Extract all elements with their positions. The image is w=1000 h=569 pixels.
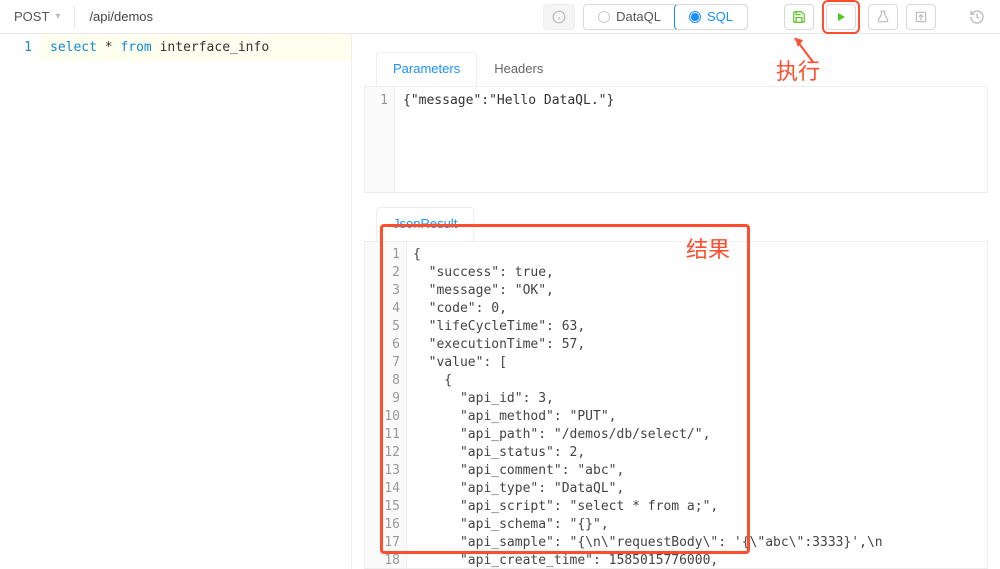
result-line: "message": "OK", <box>413 282 983 300</box>
result-line: "executionTime": 57, <box>413 336 983 354</box>
query-type-label: DataQL <box>616 9 661 24</box>
result-line: "api_create_time": 1585015776000, <box>413 552 983 569</box>
result-line: "lifeCycleTime": 63, <box>413 318 983 336</box>
result-line: "api_id": 3, <box>413 390 983 408</box>
result-line: "api_method": "PUT", <box>413 408 983 426</box>
param-tabs: Parameters Headers <box>364 44 988 87</box>
sql-editor[interactable]: 1 select * from interface_info <box>0 34 351 61</box>
result-line: { <box>413 372 983 390</box>
info-icon[interactable] <box>543 4 575 30</box>
query-type-label: SQL <box>707 9 733 24</box>
result-line: "api_status": 2, <box>413 444 983 462</box>
query-type-sql[interactable]: SQL <box>674 4 748 30</box>
result-line: "api_path": "/demos/db/select/", <box>413 426 983 444</box>
tab-json-result[interactable]: JsonResult <box>376 207 474 241</box>
result-line: "api_script": "select * from a;", <box>413 498 983 516</box>
test-button[interactable] <box>868 4 898 30</box>
result-line: "api_comment": "abc", <box>413 462 983 480</box>
http-method-select[interactable]: POST ▾ <box>8 9 66 24</box>
chevron-down-icon: ▾ <box>55 11 60 22</box>
run-button[interactable] <box>826 4 856 30</box>
divider <box>74 6 75 28</box>
line-number: 1 <box>365 87 395 192</box>
sql-keyword: select <box>50 40 97 55</box>
radio-icon <box>598 11 610 23</box>
result-panel: 1234567891011121314151617181920212223 { … <box>364 242 988 569</box>
result-gutter: 1234567891011121314151617181920212223 <box>365 242 407 568</box>
result-line: "value": [ <box>413 354 983 372</box>
sql-token: * <box>97 40 120 55</box>
query-type-toggle: DataQL SQL <box>583 4 748 30</box>
save-button[interactable] <box>784 4 814 30</box>
result-tabs: JsonResult <box>364 201 988 242</box>
sql-editor-pane: 1 select * from interface_info <box>0 34 352 569</box>
export-button[interactable] <box>906 4 936 30</box>
result-line: "api_schema": "{}", <box>413 516 983 534</box>
result-code[interactable]: { "success": true, "message": "OK", "cod… <box>407 242 987 568</box>
api-path-input[interactable] <box>83 9 535 24</box>
annotation-result: 结果 <box>686 232 730 264</box>
top-bar: POST ▾ DataQL SQL <box>0 0 1000 34</box>
sql-token: interface_info <box>152 40 269 55</box>
param-editor[interactable]: 1 {"message":"Hello DataQL."} <box>364 87 988 193</box>
main-area: 1 select * from interface_info Parameter… <box>0 34 1000 569</box>
tab-parameters[interactable]: Parameters <box>376 52 477 86</box>
result-line: "success": true, <box>413 264 983 282</box>
run-button-highlight <box>822 0 860 34</box>
annotation-arrow-icon <box>785 32 825 68</box>
radio-icon <box>689 11 701 23</box>
query-type-dataql[interactable]: DataQL <box>584 5 675 29</box>
sql-code-line: select * from interface_info <box>40 34 351 61</box>
result-line: "api_sample": "{\n\"requestBody\": '{\"a… <box>413 534 983 552</box>
right-pane: Parameters Headers 1 {"message":"Hello D… <box>352 34 1000 569</box>
result-line: "code": 0, <box>413 300 983 318</box>
param-code-line: {"message":"Hello DataQL."} <box>395 87 987 192</box>
history-button[interactable] <box>962 4 992 30</box>
line-number: 1 <box>0 34 40 61</box>
http-method-label: POST <box>14 9 49 24</box>
sql-keyword: from <box>120 40 151 55</box>
tab-headers[interactable]: Headers <box>477 52 560 86</box>
result-line: "api_type": "DataQL", <box>413 480 983 498</box>
